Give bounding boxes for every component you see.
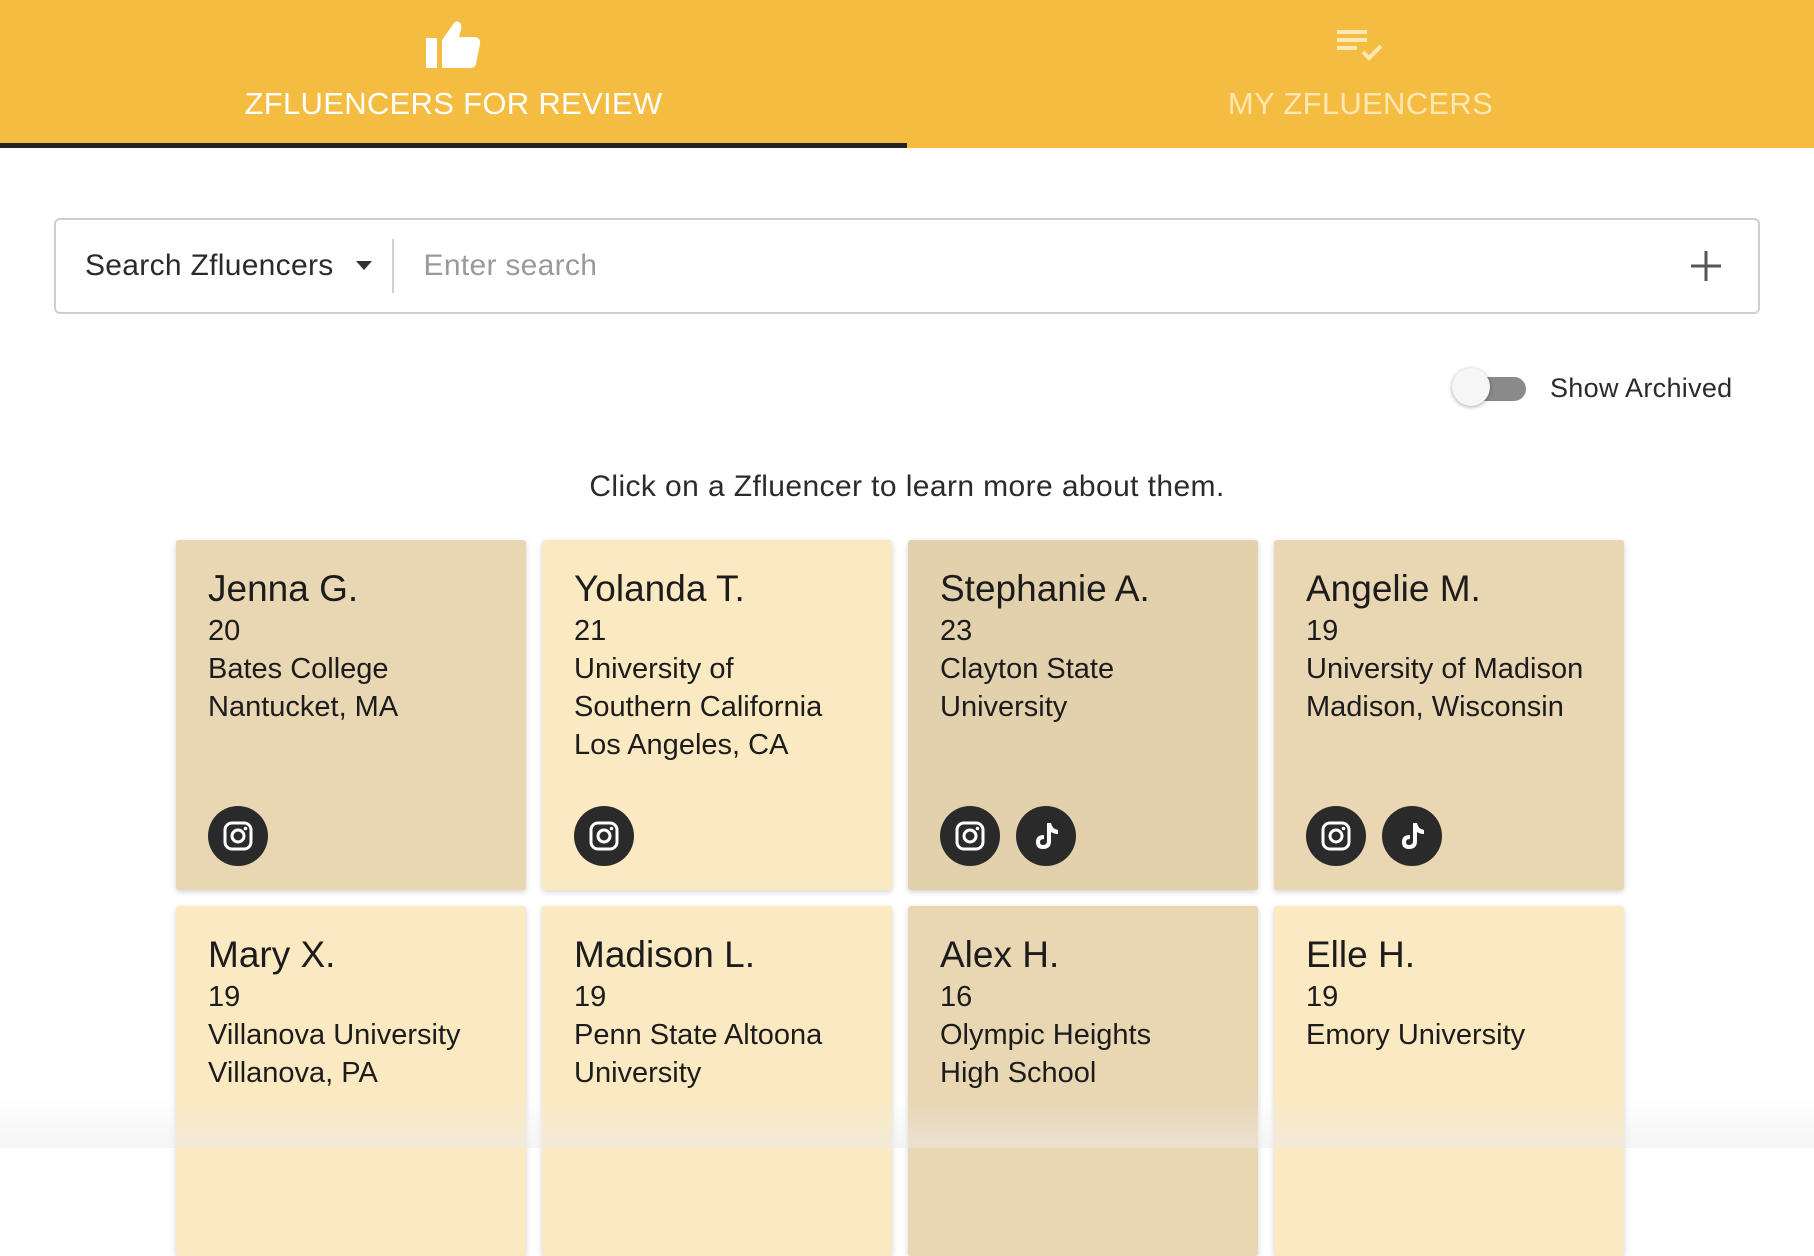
zfluencer-card[interactable]: Alex H. 16 Olympic Heights High School (908, 906, 1258, 1256)
zfluencer-detail: Nantucket, MA (208, 691, 399, 723)
instagram-icon (955, 821, 985, 851)
top-tab-bar: ZFLUENCERS FOR REVIEW MY ZFLUENCERS (0, 0, 1814, 148)
social-links (940, 806, 1076, 866)
zfluencer-detail: Madison, Wisconsin (1306, 691, 1564, 723)
tab-my-zfluencers[interactable]: MY ZFLUENCERS (907, 0, 1814, 148)
zfluencer-name: Jenna G. (208, 568, 359, 609)
show-archived-row: Show Archived (1450, 366, 1733, 410)
social-links (574, 806, 634, 866)
zfluencer-name: Yolanda T. (574, 568, 745, 609)
zfluencer-detail: Emory University (1306, 1019, 1526, 1051)
zfluencer-card[interactable]: Jenna G. 20 Bates College Nantucket, MA (176, 540, 526, 890)
zfluencer-card[interactable]: Elle H. 19 Emory University (1274, 906, 1624, 1256)
search-type-select[interactable]: Search Zfluencers (56, 220, 392, 312)
show-archived-label: Show Archived (1550, 372, 1733, 403)
zfluencer-name: Madison L. (574, 934, 755, 975)
zfluencer-detail: Southern California (574, 691, 823, 723)
zfluencer-detail: High School (940, 1057, 1097, 1089)
active-tab-indicator (0, 143, 907, 148)
instagram-button[interactable] (208, 806, 268, 866)
zfluencer-age: 20 (208, 615, 241, 647)
zfluencer-detail: University of Madison (1306, 653, 1584, 685)
add-filter-button[interactable] (1666, 220, 1746, 312)
tab-label: MY ZFLUENCERS (1227, 86, 1494, 121)
zfluencer-detail: Olympic Heights (940, 1019, 1152, 1051)
zfluencer-card[interactable]: Angelie M. 19 University of Madison Madison… (1274, 540, 1624, 890)
zfluencer-card[interactable]: Stephanie A. 23 Clayton State University (908, 540, 1258, 890)
zfluencer-name: Stephanie A. (940, 568, 1150, 609)
zfluencer-name: Mary X. (208, 934, 336, 975)
instagram-button[interactable] (574, 806, 634, 866)
search-bar: Search Zfluencers (54, 218, 1760, 314)
plus-icon (1691, 251, 1721, 281)
tab-zfluencers-for-review[interactable]: ZFLUENCERS FOR REVIEW (0, 0, 907, 148)
zfluencer-age: 21 (574, 615, 607, 647)
zfluencer-grid: Jenna G. 20 Bates College Nantucket, MA Yola… (176, 540, 1626, 1256)
toggle-knob (1452, 368, 1490, 406)
playlist-check-icon (1336, 30, 1382, 61)
zfluencer-name: Angelie M. (1306, 568, 1481, 609)
zfluencer-age: 19 (208, 981, 241, 1013)
search-input[interactable] (393, 219, 1666, 313)
instruction-text: Click on a Zfluencer to learn more about… (589, 470, 1225, 503)
zfluencer-age: 23 (940, 615, 973, 647)
instagram-icon (1321, 821, 1351, 851)
zfluencer-detail: University of (574, 653, 734, 685)
search-type-label: Search Zfluencers (85, 249, 334, 282)
zfluencer-age: 19 (574, 981, 607, 1013)
zfluencer-detail: University (574, 1057, 702, 1089)
zfluencer-age: 19 (1306, 981, 1339, 1013)
zfluencer-card[interactable]: Madison L. 19 Penn State Altoona University (542, 906, 892, 1256)
social-links (1306, 806, 1442, 866)
zfluencer-age: 19 (1306, 615, 1339, 647)
thumbs-up-icon (425, 21, 480, 68)
instagram-button[interactable] (940, 806, 1000, 866)
zfluencer-card[interactable]: Yolanda T. 21 University of Southern Califo… (542, 540, 892, 890)
tiktok-button[interactable] (1016, 806, 1076, 866)
instagram-button[interactable] (1306, 806, 1366, 866)
show-archived-toggle[interactable] (1450, 366, 1530, 410)
tiktok-icon (1402, 823, 1424, 849)
social-links (208, 806, 268, 866)
zfluencer-detail: Villanova University (208, 1019, 461, 1051)
zfluencer-detail: Bates College (208, 653, 389, 685)
zfluencer-name: Alex H. (940, 934, 1060, 975)
zfluencer-detail: Los Angeles, CA (574, 729, 789, 761)
zfluencer-detail: Clayton State (940, 653, 1115, 685)
zfluencer-detail: University (940, 691, 1068, 723)
tab-label: ZFLUENCERS FOR REVIEW (244, 86, 663, 121)
zfluencer-detail: Villanova, PA (208, 1057, 378, 1089)
instagram-icon (589, 821, 619, 851)
zfluencer-detail: Penn State Altoona (574, 1019, 823, 1051)
tiktok-button[interactable] (1382, 806, 1442, 866)
zfluencer-card[interactable]: Mary X. 19 Villanova University Villanova, … (176, 906, 526, 1256)
zfluencer-age: 16 (940, 981, 973, 1013)
tiktok-icon (1036, 823, 1058, 849)
zfluencer-name: Elle H. (1306, 934, 1415, 975)
caret-down-icon (355, 261, 372, 270)
instagram-icon (223, 821, 253, 851)
